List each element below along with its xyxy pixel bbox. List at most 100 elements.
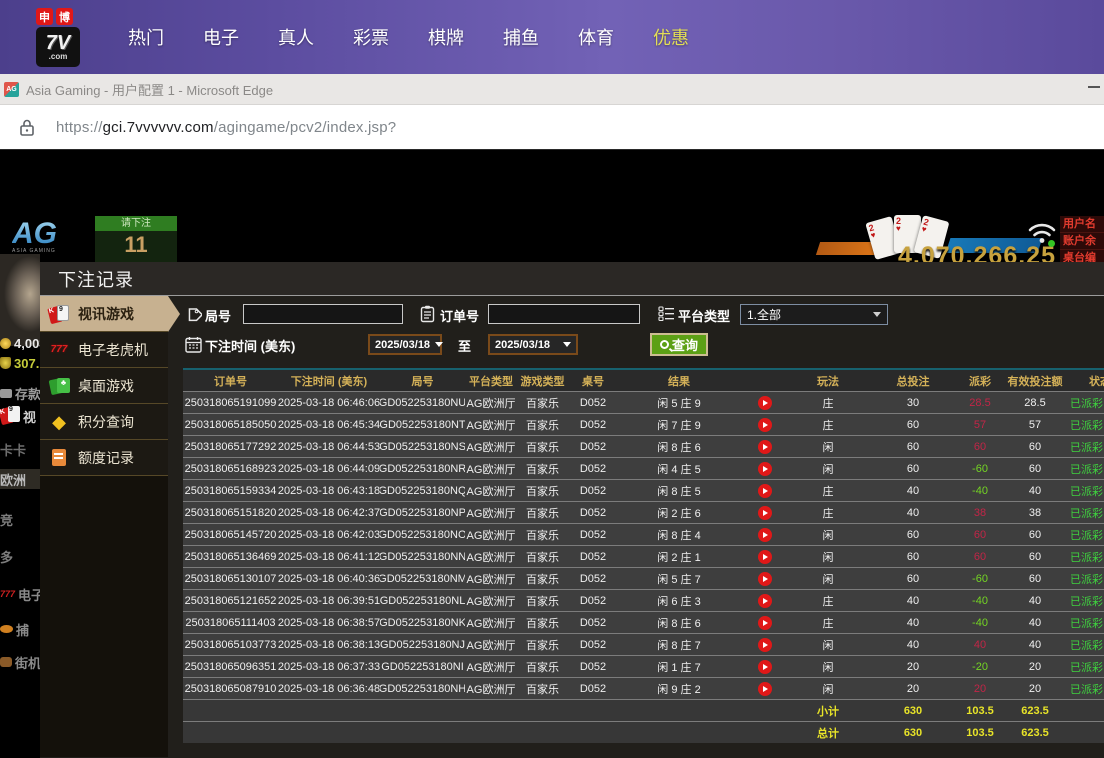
cell-order: 250318065168923 (183, 458, 278, 479)
cell-play: 闲 (790, 678, 866, 699)
play-video-button[interactable] (758, 550, 772, 564)
play-video-button[interactable] (758, 682, 772, 696)
sidebar-item-5[interactable]: 额度记录 (40, 440, 168, 476)
cell-round: GD052253180NN (380, 546, 465, 567)
lobby-strip-item-9[interactable]: 777电子 (0, 584, 40, 604)
play-video-button[interactable] (758, 572, 772, 586)
cell-payout: 60 (960, 436, 1000, 457)
cell-round: GD052253180NJ (380, 634, 465, 655)
sidebar-item-2[interactable]: 777电子老虎机 (40, 332, 168, 368)
cell-play: 庄 (790, 612, 866, 633)
cell-play: 闲 (790, 458, 866, 479)
ag-lobby-logo: AG ASIA GAMING (12, 220, 57, 254)
play-video-button[interactable] (758, 638, 772, 652)
cell-valid: 40 (1000, 634, 1070, 655)
cell-status: 已派彩 (1070, 392, 1104, 413)
modal-main: 局号 订单号 (168, 296, 1104, 757)
play-video-button[interactable] (758, 396, 772, 410)
cell-result: 闲 5 庄 9 (618, 392, 740, 413)
sidebar-item-3[interactable]: ♣桌面游戏 (40, 368, 168, 404)
white-card: 9 (8, 406, 20, 422)
minimize-button[interactable] (1088, 86, 1100, 88)
sidebar-item-4[interactable]: ◆积分查询 (40, 404, 168, 440)
cell-status: 已派彩 (1070, 612, 1104, 633)
cell-total: 60 (866, 436, 960, 457)
cell-platform: AG欧洲厅 (465, 458, 517, 479)
cell-play: 闲 (790, 656, 866, 677)
play-video-button[interactable] (758, 462, 772, 476)
cell-valid: 40 (1000, 590, 1070, 611)
sidebar-item-label: 积分查询 (78, 412, 134, 432)
logo-badge-1: 申 (36, 8, 53, 25)
nav-item-5[interactable]: 棋牌 (422, 24, 470, 50)
cell-payout: -60 (960, 568, 1000, 589)
cell-game: 百家乐 (517, 502, 568, 523)
subtotal-row-playicon (740, 700, 790, 722)
lobby-strip-item-4[interactable]: K9视 (0, 406, 40, 426)
cell-time: 2025-03-18 06:43:18 (278, 480, 380, 501)
nav-item-8[interactable]: 优惠 (647, 24, 695, 50)
cell-round: GD052253180NU (380, 392, 465, 413)
nav-item-1[interactable]: 热门 (122, 24, 170, 50)
cell-result: 闲 9 庄 2 (618, 678, 740, 699)
date-from-select[interactable]: 2025/03/18 (368, 334, 442, 355)
cell-play: 庄 (790, 414, 866, 435)
screen: 申 博 7V .com 热门电子真人彩票棋牌捕鱼体育优惠 AG Asia Gam… (0, 0, 1104, 758)
lobby-strip-item-3[interactable]: 存款 (0, 383, 40, 403)
cell-round: GD052253180NL (380, 590, 465, 611)
cell-round: GD052253180NT (380, 414, 465, 435)
search-button[interactable]: 查询 (650, 333, 708, 356)
cell-payout: 57 (960, 414, 1000, 435)
table-row: 2503180651518202025-03-18 06:42:37GD0522… (183, 501, 1104, 523)
cell-game: 百家乐 (517, 590, 568, 611)
cell-platform: AG欧洲厅 (465, 568, 517, 589)
site-logo[interactable]: 申 博 7V .com (36, 8, 92, 72)
cell-status: 已派彩 (1070, 436, 1104, 457)
table-row: 2503180651114032025-03-18 06:38:57GD0522… (183, 611, 1104, 633)
nav-item-6[interactable]: 捕鱼 (497, 24, 545, 50)
cell-total: 40 (866, 634, 960, 655)
platform-select[interactable]: 1.全部 (740, 304, 888, 325)
wifi-status-dot-holder (1026, 218, 1058, 248)
cell-total: 60 (866, 568, 960, 589)
play-video-button[interactable] (758, 660, 772, 674)
play-video-button[interactable] (758, 528, 772, 542)
table-row: 2503180650963512025-03-18 06:37:33GD0522… (183, 655, 1104, 677)
play-video-button[interactable] (758, 506, 772, 520)
lobby-strip-item-1[interactable]: 4,003 (0, 333, 40, 353)
play-video-button[interactable] (758, 440, 772, 454)
cell-valid: 60 (1000, 546, 1070, 567)
cell-total: 20 (866, 656, 960, 677)
cell-playicon (740, 634, 790, 655)
play-video-button[interactable] (758, 418, 772, 432)
grand-total-row-total: 630 (866, 722, 960, 743)
lobby-strip-item-2[interactable]: 307. (0, 353, 40, 373)
nav-item-3[interactable]: 真人 (272, 24, 320, 50)
cell-payout: 28.5 (960, 392, 1000, 413)
header-table_no: 桌号 (568, 370, 618, 391)
lobby-strip-item-6[interactable]: 欧洲 (0, 469, 40, 489)
lobby-strip-item-10[interactable]: 捕 (0, 619, 40, 639)
date-to-select[interactable]: 2025/03/18 (488, 334, 578, 355)
cell-time: 2025-03-18 06:41:12 (278, 546, 380, 567)
cell-game: 百家乐 (517, 414, 568, 435)
lobby-strip-item-11[interactable]: 街机 (0, 652, 40, 672)
lobby-strip-item-8[interactable]: 多 (0, 546, 40, 566)
nav-item-2[interactable]: 电子 (197, 24, 245, 50)
cell-result: 闲 2 庄 6 (618, 502, 740, 523)
grand-total-row-play: 总计 (790, 722, 866, 743)
round-input[interactable] (243, 304, 403, 324)
nav-item-4[interactable]: 彩票 (347, 24, 395, 50)
cell-game: 百家乐 (517, 678, 568, 699)
order-input[interactable] (488, 304, 640, 324)
cell-payout: 20 (960, 678, 1000, 699)
sidebar-item-1[interactable]: K9视讯游戏 (40, 296, 168, 332)
nav-item-7[interactable]: 体育 (572, 24, 620, 50)
play-video-button[interactable] (758, 484, 772, 498)
address-input[interactable]: https://gci.7vvvvvv.com/agingame/pcv2/in… (56, 119, 396, 136)
play-video-button[interactable] (758, 594, 772, 608)
header-game: 游戏类型 (517, 370, 568, 391)
lobby-strip-item-5[interactable]: 卡卡 (0, 439, 40, 459)
play-video-button[interactable] (758, 616, 772, 630)
lobby-strip-item-7[interactable]: 竞 (0, 509, 40, 529)
